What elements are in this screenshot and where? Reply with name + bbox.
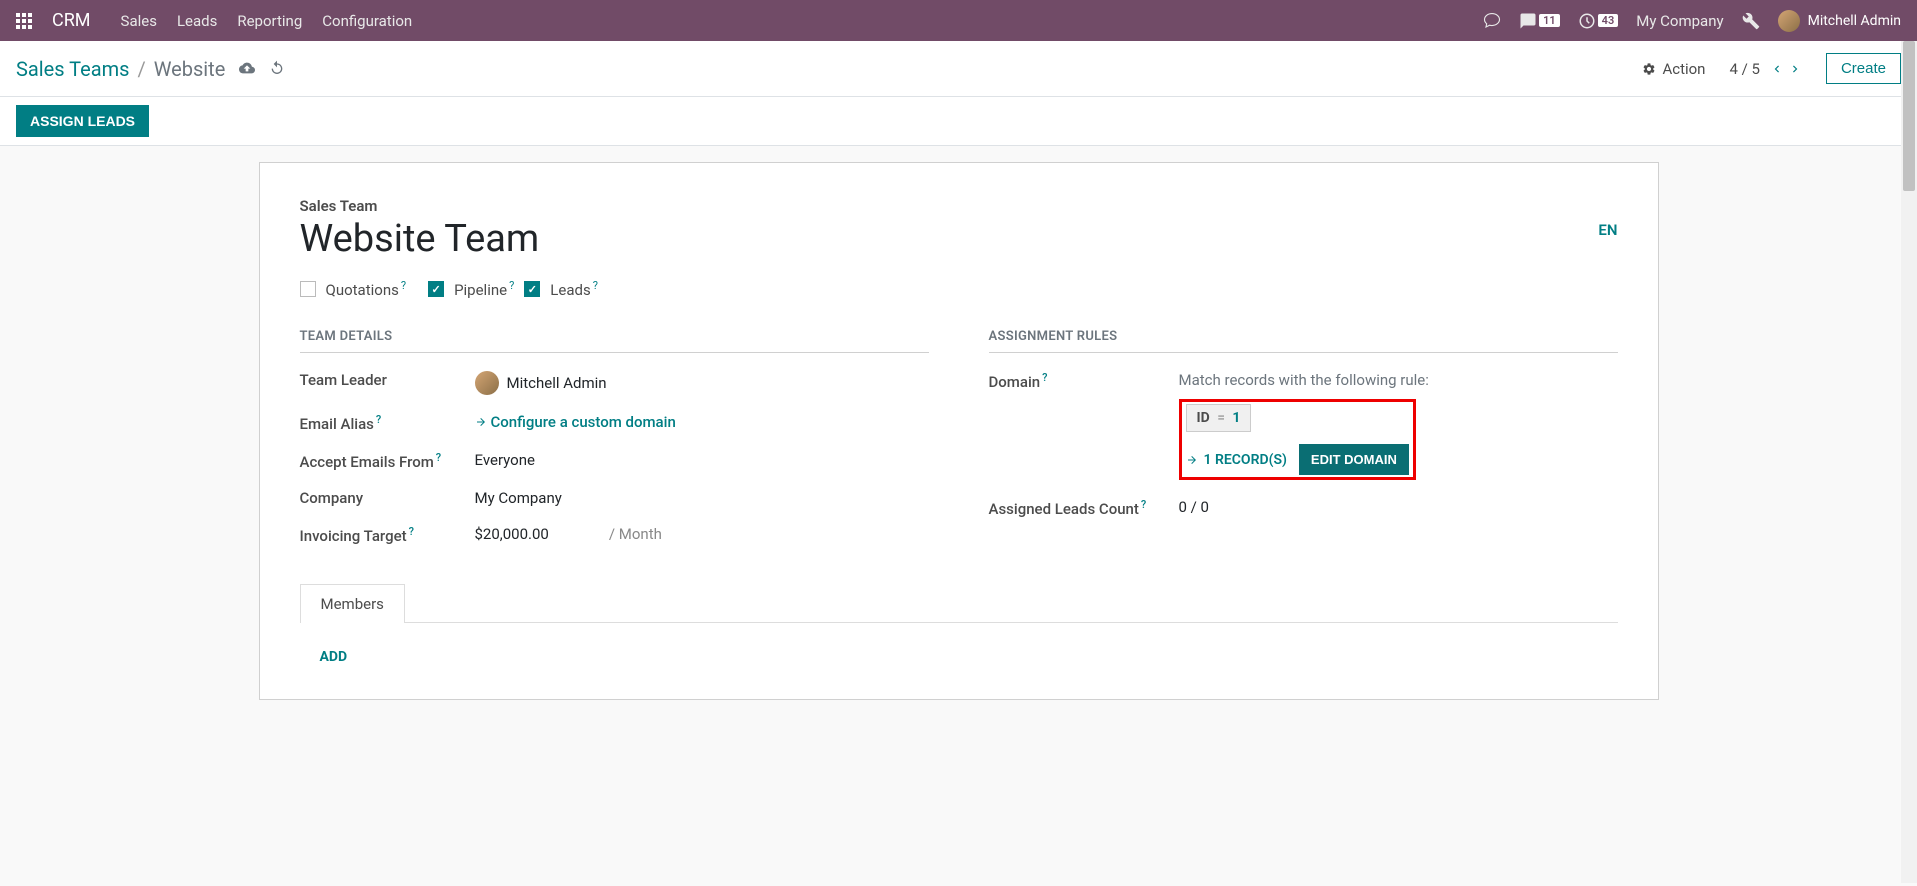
leads-checkbox[interactable] [524,281,540,297]
invoicing-target-label: Invoicing Target? [300,525,475,545]
leader-avatar-icon [475,371,499,395]
team-label: Sales Team [300,197,1459,215]
assignment-rules-section: ASSIGNMENT RULES Domain? Match records w… [989,329,1618,563]
nav-leads[interactable]: Leads [177,12,217,30]
breadcrumb: Sales Teams / Website [16,57,285,81]
conversations-icon[interactable]: 11 [1519,12,1560,30]
quotations-label: Quotations? [326,279,407,299]
invoicing-target-value[interactable]: $20,000.00 / Month [475,525,662,543]
email-alias-label: Email Alias? [300,413,475,433]
breadcrumb-root[interactable]: Sales Teams [16,57,129,81]
team-leader-label: Team Leader [300,371,475,389]
assigned-leads-value: 0 / 0 [1179,498,1210,516]
user-menu[interactable]: Mitchell Admin [1778,10,1901,32]
activities-icon[interactable]: 43 [1578,12,1619,30]
discard-icon[interactable] [269,57,285,81]
tabs: Members [300,583,1618,623]
configure-domain-link[interactable]: Configure a custom domain [475,413,676,431]
company-label: Company [300,489,475,507]
pager-prev-icon[interactable] [1770,62,1784,76]
accept-emails-label: Accept Emails From? [300,451,475,471]
nav-reporting[interactable]: Reporting [237,12,302,30]
user-avatar-icon [1778,10,1800,32]
tab-members[interactable]: Members [300,584,405,623]
apps-icon[interactable] [16,13,32,29]
team-details-title: TEAM DETAILS [300,329,929,353]
invoicing-suffix: / Month [609,525,662,543]
edit-domain-button[interactable]: EDIT DOMAIN [1299,444,1409,475]
domain-rule-chip[interactable]: ID = 1 [1186,404,1252,432]
domain-label: Domain? [989,371,1179,391]
assigned-leads-label: Assigned Leads Count? [989,498,1179,518]
team-leader-value[interactable]: Mitchell Admin [475,371,607,395]
help-icon[interactable]: ? [436,451,441,464]
form-sheet: Sales Team Website Team EN Quotations? P… [259,162,1659,700]
pager: 4 / 5 [1729,60,1802,78]
help-icon[interactable]: ? [593,279,598,292]
team-name-input[interactable]: Website Team [300,217,1459,261]
activities-badge: 43 [1598,14,1619,27]
help-icon[interactable]: ? [1141,498,1146,511]
main-area: Sales Team Website Team EN Quotations? P… [0,146,1917,886]
help-icon[interactable]: ? [401,279,406,292]
team-details-section: TEAM DETAILS Team Leader Mitchell Admin … [300,329,929,563]
company-switcher[interactable]: My Company [1636,12,1723,30]
breadcrumb-separator: / [137,57,145,81]
nav-sales[interactable]: Sales [121,12,157,30]
cloud-save-icon[interactable] [239,57,255,81]
company-value[interactable]: My Company [475,489,562,507]
breadcrumb-bar: Sales Teams / Website Action 4 / 5 Creat… [0,41,1917,97]
create-button[interactable]: Create [1826,53,1901,84]
assignment-rules-title: ASSIGNMENT RULES [989,329,1618,353]
nav-configuration[interactable]: Configuration [322,12,412,30]
add-member-button[interactable]: ADD [320,649,348,665]
action-dropdown[interactable]: Action [1642,60,1705,78]
help-icon[interactable]: ? [1042,371,1047,384]
phone-icon[interactable] [1483,12,1501,30]
user-name: Mitchell Admin [1808,13,1901,29]
arrow-right-icon [475,416,487,428]
action-label: Action [1662,60,1705,78]
status-bar: ASSIGN LEADS [0,97,1917,146]
pager-next-icon[interactable] [1788,62,1802,76]
leads-label: Leads? [550,279,598,299]
gear-icon [1642,62,1656,76]
records-link[interactable]: 1 RECORD(S) [1186,452,1287,468]
domain-rule-intro: Match records with the following rule: [1179,371,1429,389]
pager-value[interactable]: 4 / 5 [1729,60,1760,78]
top-navbar: CRM Sales Leads Reporting Configuration … [0,0,1917,41]
debug-icon[interactable] [1742,12,1760,30]
scrollbar[interactable] [1901,41,1917,883]
quotations-checkbox[interactable] [300,281,316,297]
highlight-annotation: ID = 1 1 RECORD(S) EDIT DOMAIN [1179,399,1416,480]
pipeline-checkbox[interactable] [428,281,444,297]
arrow-right-icon [1186,454,1198,466]
help-icon[interactable]: ? [409,525,414,538]
pipeline-label: Pipeline? [454,279,514,299]
conversations-badge: 11 [1539,14,1560,27]
help-icon[interactable]: ? [376,413,381,426]
language-badge[interactable]: EN [1598,221,1617,239]
assign-leads-button[interactable]: ASSIGN LEADS [16,105,149,137]
accept-emails-value[interactable]: Everyone [475,451,535,469]
app-brand[interactable]: CRM [52,10,91,31]
help-icon[interactable]: ? [509,279,514,292]
breadcrumb-current: Website [154,57,226,81]
scrollbar-thumb[interactable] [1903,41,1915,191]
